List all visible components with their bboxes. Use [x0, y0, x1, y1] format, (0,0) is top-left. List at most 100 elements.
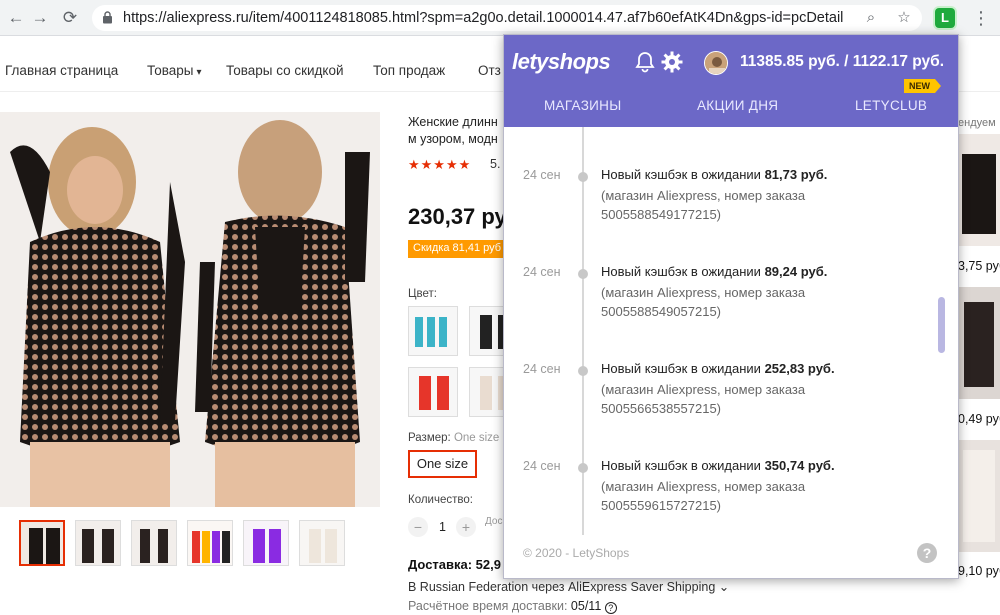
entry-details: (магазин Aliexpress, номер заказа 5005559…	[601, 477, 901, 515]
back-icon[interactable]: ←	[6, 8, 26, 28]
quantity-value[interactable]: 1	[439, 520, 446, 534]
thumbnail-6[interactable]	[299, 520, 345, 566]
thumbnail-5[interactable]	[243, 520, 289, 566]
entry-amount: 252,83 руб.	[764, 361, 835, 376]
recommendation-photo	[958, 134, 1000, 246]
thumbnail-image	[132, 521, 176, 565]
size-option-button[interactable]: One size	[408, 450, 477, 478]
timeline-entry: 24 сен Новый кэшбэк в ожидании 81,73 руб…	[504, 127, 958, 222]
entry-order: 5005588549177215)	[601, 207, 722, 222]
delivery-estimate-label: Расчётное время доставки:	[408, 599, 568, 613]
nav-products[interactable]: Товары ▾	[147, 63, 201, 78]
tab-stores[interactable]: МАГАЗИНЫ	[544, 98, 621, 113]
cashback-balance: 11385.85 руб. / 1122.17 руб.	[740, 53, 945, 70]
reload-icon[interactable]: ⟳	[60, 8, 80, 28]
entry-order: 5005588549057215)	[601, 304, 722, 319]
popup-scrollbar[interactable]	[938, 297, 945, 353]
entry-title: Новый кэшбэк в ожидании 252,83 руб.	[601, 361, 835, 376]
timeline-dot	[578, 366, 588, 376]
thumbnail-2[interactable]	[75, 520, 121, 566]
product-photo-illustration	[0, 112, 380, 507]
quantity-decrease-button[interactable]: −	[408, 517, 428, 537]
bookmark-star-icon[interactable]: ☆	[895, 9, 913, 27]
copyright-text: © 2020 - LetyShops	[523, 546, 630, 560]
thumbnail-image	[300, 521, 344, 565]
url-text[interactable]: https://aliexpress.ru/item/4001124818085…	[123, 10, 843, 26]
browser-toolbar: ← → ⟳ https://aliexpress.ru/item/4001124…	[0, 0, 1000, 36]
recommendation-image-1[interactable]	[958, 134, 1000, 246]
browser-menu-icon[interactable]: ⋮	[972, 8, 990, 28]
shipping-method-dropdown[interactable]: В Russian Federation через AliExpress Sa…	[408, 579, 729, 594]
thumbnail-image	[21, 522, 63, 564]
recommendation-price-1: 3,75 руб	[958, 259, 1000, 273]
timeline-entry: 24 сен Новый кэшбэк в ожидании 350,74 ру…	[504, 418, 958, 513]
entry-amount: 81,73 руб.	[764, 167, 828, 182]
nav-discounts[interactable]: Товары со скидкой	[226, 63, 344, 78]
color-label: Цвет:	[408, 288, 437, 300]
forward-icon[interactable]: →	[30, 8, 50, 28]
product-price: 230,37 ру	[408, 204, 507, 229]
thumbnail-4[interactable]	[187, 520, 233, 566]
quantity-increase-button[interactable]: +	[456, 517, 476, 537]
color-swatch-red[interactable]	[408, 367, 458, 417]
bell-icon[interactable]	[635, 51, 655, 73]
recommendation-photo	[958, 440, 1000, 552]
entry-title-text: Новый кэшбэк в ожидании	[601, 458, 765, 473]
entry-title-text: Новый кэшбэк в ожидании	[601, 361, 765, 376]
thumbnail-1[interactable]	[19, 520, 65, 566]
help-icon[interactable]: ?	[917, 543, 937, 563]
popup-header: letyshops 11385.85 руб. / 1122.17 руб. М…	[504, 35, 958, 127]
letyshops-extension-icon[interactable]: L	[935, 8, 955, 28]
entry-order: 5005559615727215)	[601, 498, 722, 513]
entry-date: 24 сен	[523, 168, 561, 182]
avatar[interactable]	[704, 51, 728, 75]
swatch-image	[409, 307, 457, 355]
shipping-cost-text: Доставка: 52,9	[408, 557, 501, 572]
timeline-dot	[578, 463, 588, 473]
discount-badge: Скидка 81,41 руб	[408, 240, 504, 258]
entry-amount: 350,74 руб.	[764, 458, 835, 473]
zoom-icon[interactable]: ⌕	[862, 9, 880, 27]
timeline-dot	[578, 172, 588, 182]
product-main-image[interactable]	[0, 112, 380, 507]
timeline-entry: 24 сен Новый кэшбэк в ожидании 252,83 ру…	[504, 321, 958, 416]
entry-details: (магазин Aliexpress, номер заказа 5005588…	[601, 186, 901, 224]
entry-store: (магазин Aliexpress, номер заказа	[601, 382, 806, 397]
entry-title: Новый кэшбэк в ожидании 350,74 руб.	[601, 458, 835, 473]
gear-icon[interactable]	[661, 51, 683, 73]
nav-reviews[interactable]: Отз	[478, 63, 501, 78]
thumbnail-image	[188, 521, 232, 565]
size-label-text: Размер:	[408, 432, 451, 444]
info-icon[interactable]: ?	[604, 602, 617, 614]
timeline-dot	[578, 269, 588, 279]
letyshops-popup: letyshops 11385.85 руб. / 1122.17 руб. М…	[503, 34, 959, 579]
nav-top-sales[interactable]: Топ продаж	[373, 63, 445, 78]
swatch-image	[409, 368, 457, 416]
tab-letyclub[interactable]: LETYCLUB	[855, 98, 927, 113]
nav-products-label: Товары	[147, 63, 194, 78]
thumbnail-image	[76, 521, 120, 565]
recommendation-price-3: 9,10 руб	[958, 564, 1000, 578]
recommendation-photo	[958, 287, 1000, 399]
recommendation-image-2[interactable]	[958, 287, 1000, 399]
nav-home[interactable]: Главная страница	[5, 63, 118, 78]
entry-title: Новый кэшбэк в ожидании 81,73 руб.	[601, 167, 827, 182]
recommendations-column: ендуем 3,75 руб 0,49 руб 9,10 руб	[958, 112, 1000, 615]
delivery-estimate: Расчётное время доставки: 05/11 ?	[408, 599, 617, 614]
cashback-timeline[interactable]: 24 сен Новый кэшбэк в ожидании 81,73 руб…	[504, 127, 958, 535]
product-title: Женские длинн м узором, модн	[408, 115, 498, 146]
thumbnail-3[interactable]	[131, 520, 177, 566]
entry-title: Новый кэшбэк в ожидании 89,24 руб.	[601, 264, 827, 279]
entry-date: 24 сен	[523, 265, 561, 279]
entry-order: 5005566538557215)	[601, 401, 722, 416]
address-bar[interactable]: https://aliexpress.ru/item/4001124818085…	[92, 5, 922, 31]
recommendation-image-3[interactable]	[958, 440, 1000, 552]
quantity-label: Количество:	[408, 494, 473, 506]
letyshops-logo[interactable]: letyshops	[512, 49, 611, 75]
rating-stars: ★★★★★	[408, 157, 472, 172]
entry-date: 24 сен	[523, 362, 561, 376]
tab-daily-deals[interactable]: АКЦИИ ДНЯ	[697, 98, 778, 113]
new-badge: NEW	[904, 79, 941, 93]
shipping-cost: Доставка: 52,9	[408, 557, 501, 572]
color-swatch-blue[interactable]	[408, 306, 458, 356]
